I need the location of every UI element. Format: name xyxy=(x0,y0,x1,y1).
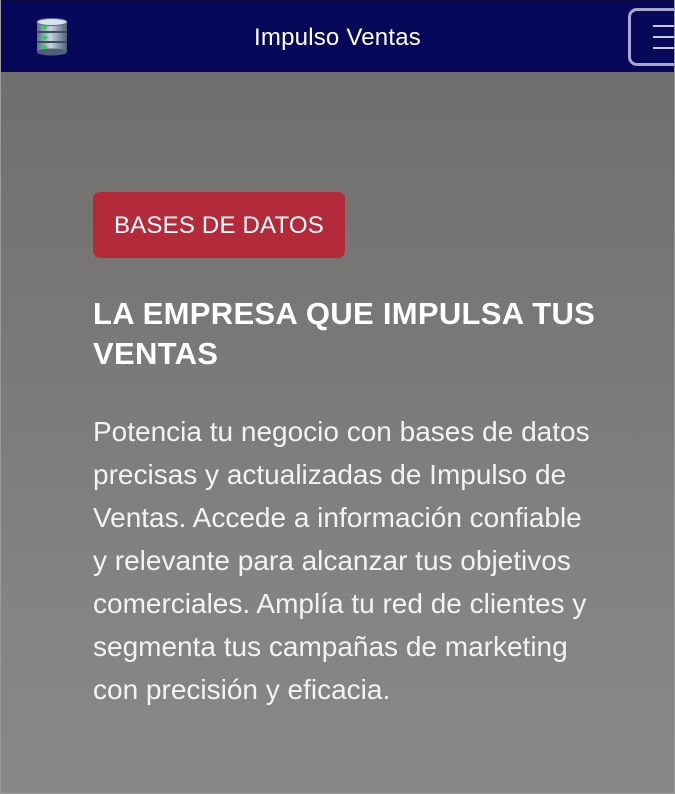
hamburger-menu-icon xyxy=(653,25,674,27)
hero-section: BASES DE DATOS LA EMPRESA QUE IMPULSA TU… xyxy=(93,192,603,711)
hamburger-menu-icon-bar xyxy=(653,36,674,38)
hero-description: Potencia tu negocio con bases de datos p… xyxy=(93,416,590,705)
menu-toggle-button[interactable] xyxy=(628,8,674,66)
page-frame: Impulso Ventas BASES DE DATOS LA EMPRESA… xyxy=(0,0,675,794)
databases-button[interactable]: BASES DE DATOS xyxy=(93,192,345,258)
top-navbar: Impulso Ventas xyxy=(1,0,674,72)
brand-title[interactable]: Impulso Ventas xyxy=(1,24,674,52)
hero-title: LA EMPRESA QUE IMPULSA TUS VENTAS xyxy=(93,296,596,371)
hamburger-menu-icon-bar xyxy=(653,47,674,49)
